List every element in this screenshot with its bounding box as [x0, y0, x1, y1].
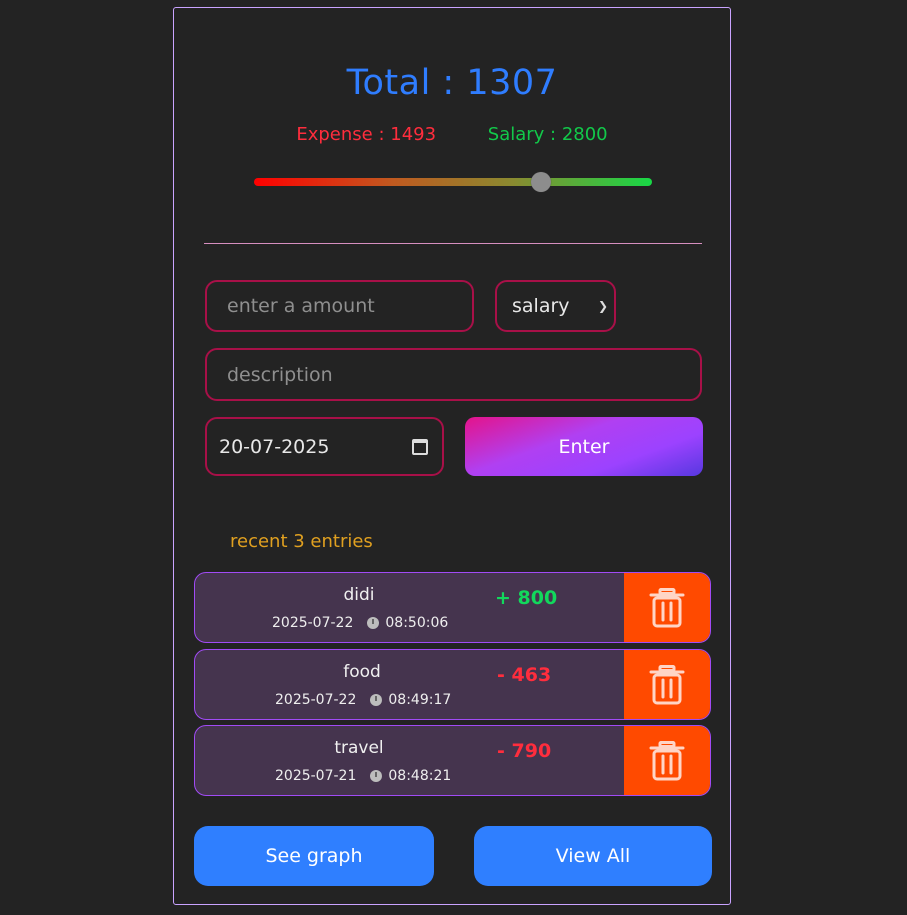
clock-icon	[370, 694, 383, 706]
delete-button[interactable]	[624, 573, 710, 642]
list-item: travel 2025-07-21 08:48:21 - 790	[194, 725, 711, 796]
balance-slider[interactable]	[254, 172, 652, 192]
date-value: 20-07-2025	[219, 435, 330, 458]
entry-time: 08:50:06	[385, 615, 449, 631]
entry-date: 2025-07-21	[275, 768, 357, 784]
delete-button[interactable]	[624, 650, 710, 719]
entry-amount: - 790	[497, 740, 552, 762]
view-all-button[interactable]: View All	[474, 826, 712, 886]
entry-description: food	[343, 662, 381, 682]
trash-icon	[649, 587, 685, 627]
trash-icon	[649, 740, 685, 780]
see-graph-button[interactable]: See graph	[194, 826, 434, 886]
calendar-icon[interactable]	[412, 438, 428, 455]
trash-icon	[649, 664, 685, 704]
date-input[interactable]: 20-07-2025	[205, 417, 444, 476]
list-item: didi 2025-07-22 08:50:06 + 800	[194, 572, 711, 643]
entry-time: 08:48:21	[388, 768, 452, 784]
entry-date: 2025-07-22	[272, 615, 354, 631]
entry-datetime: 2025-07-21 08:48:21	[275, 768, 451, 784]
entry-amount: + 800	[495, 587, 558, 609]
entry-amount: - 463	[497, 664, 552, 686]
divider	[204, 243, 702, 244]
entry-description: travel	[334, 738, 384, 758]
type-select-value: salary	[512, 295, 570, 317]
amount-placeholder: enter a amount	[227, 295, 375, 317]
description-input[interactable]: description	[205, 348, 702, 401]
entry-datetime: 2025-07-22 08:50:06	[272, 615, 448, 631]
budget-card: Total : 1307 Expense : 1493 Salary : 280…	[173, 7, 731, 905]
type-select[interactable]: salary ❯	[495, 280, 616, 332]
totals-row: Expense : 1493 Salary : 2800	[174, 124, 730, 145]
entry-time: 08:49:17	[388, 692, 452, 708]
total-balance: Total : 1307	[346, 63, 558, 103]
recent-entries-title: recent 3 entries	[230, 531, 373, 552]
expense-total: Expense : 1493	[296, 124, 437, 145]
description-placeholder: description	[227, 363, 333, 386]
entry-datetime: 2025-07-22 08:49:17	[275, 692, 451, 708]
chevron-down-icon: ❯	[597, 299, 608, 313]
list-item: food 2025-07-22 08:49:17 - 463	[194, 649, 711, 720]
slider-thumb[interactable]	[530, 172, 551, 192]
clock-icon	[370, 770, 383, 782]
entry-description: didi	[343, 585, 375, 605]
entry-date: 2025-07-22	[275, 692, 357, 708]
delete-button[interactable]	[624, 726, 710, 795]
enter-button[interactable]: Enter	[465, 417, 703, 476]
salary-total: Salary : 2800	[487, 124, 608, 145]
amount-input[interactable]: enter a amount	[205, 280, 474, 332]
clock-icon	[367, 617, 380, 629]
